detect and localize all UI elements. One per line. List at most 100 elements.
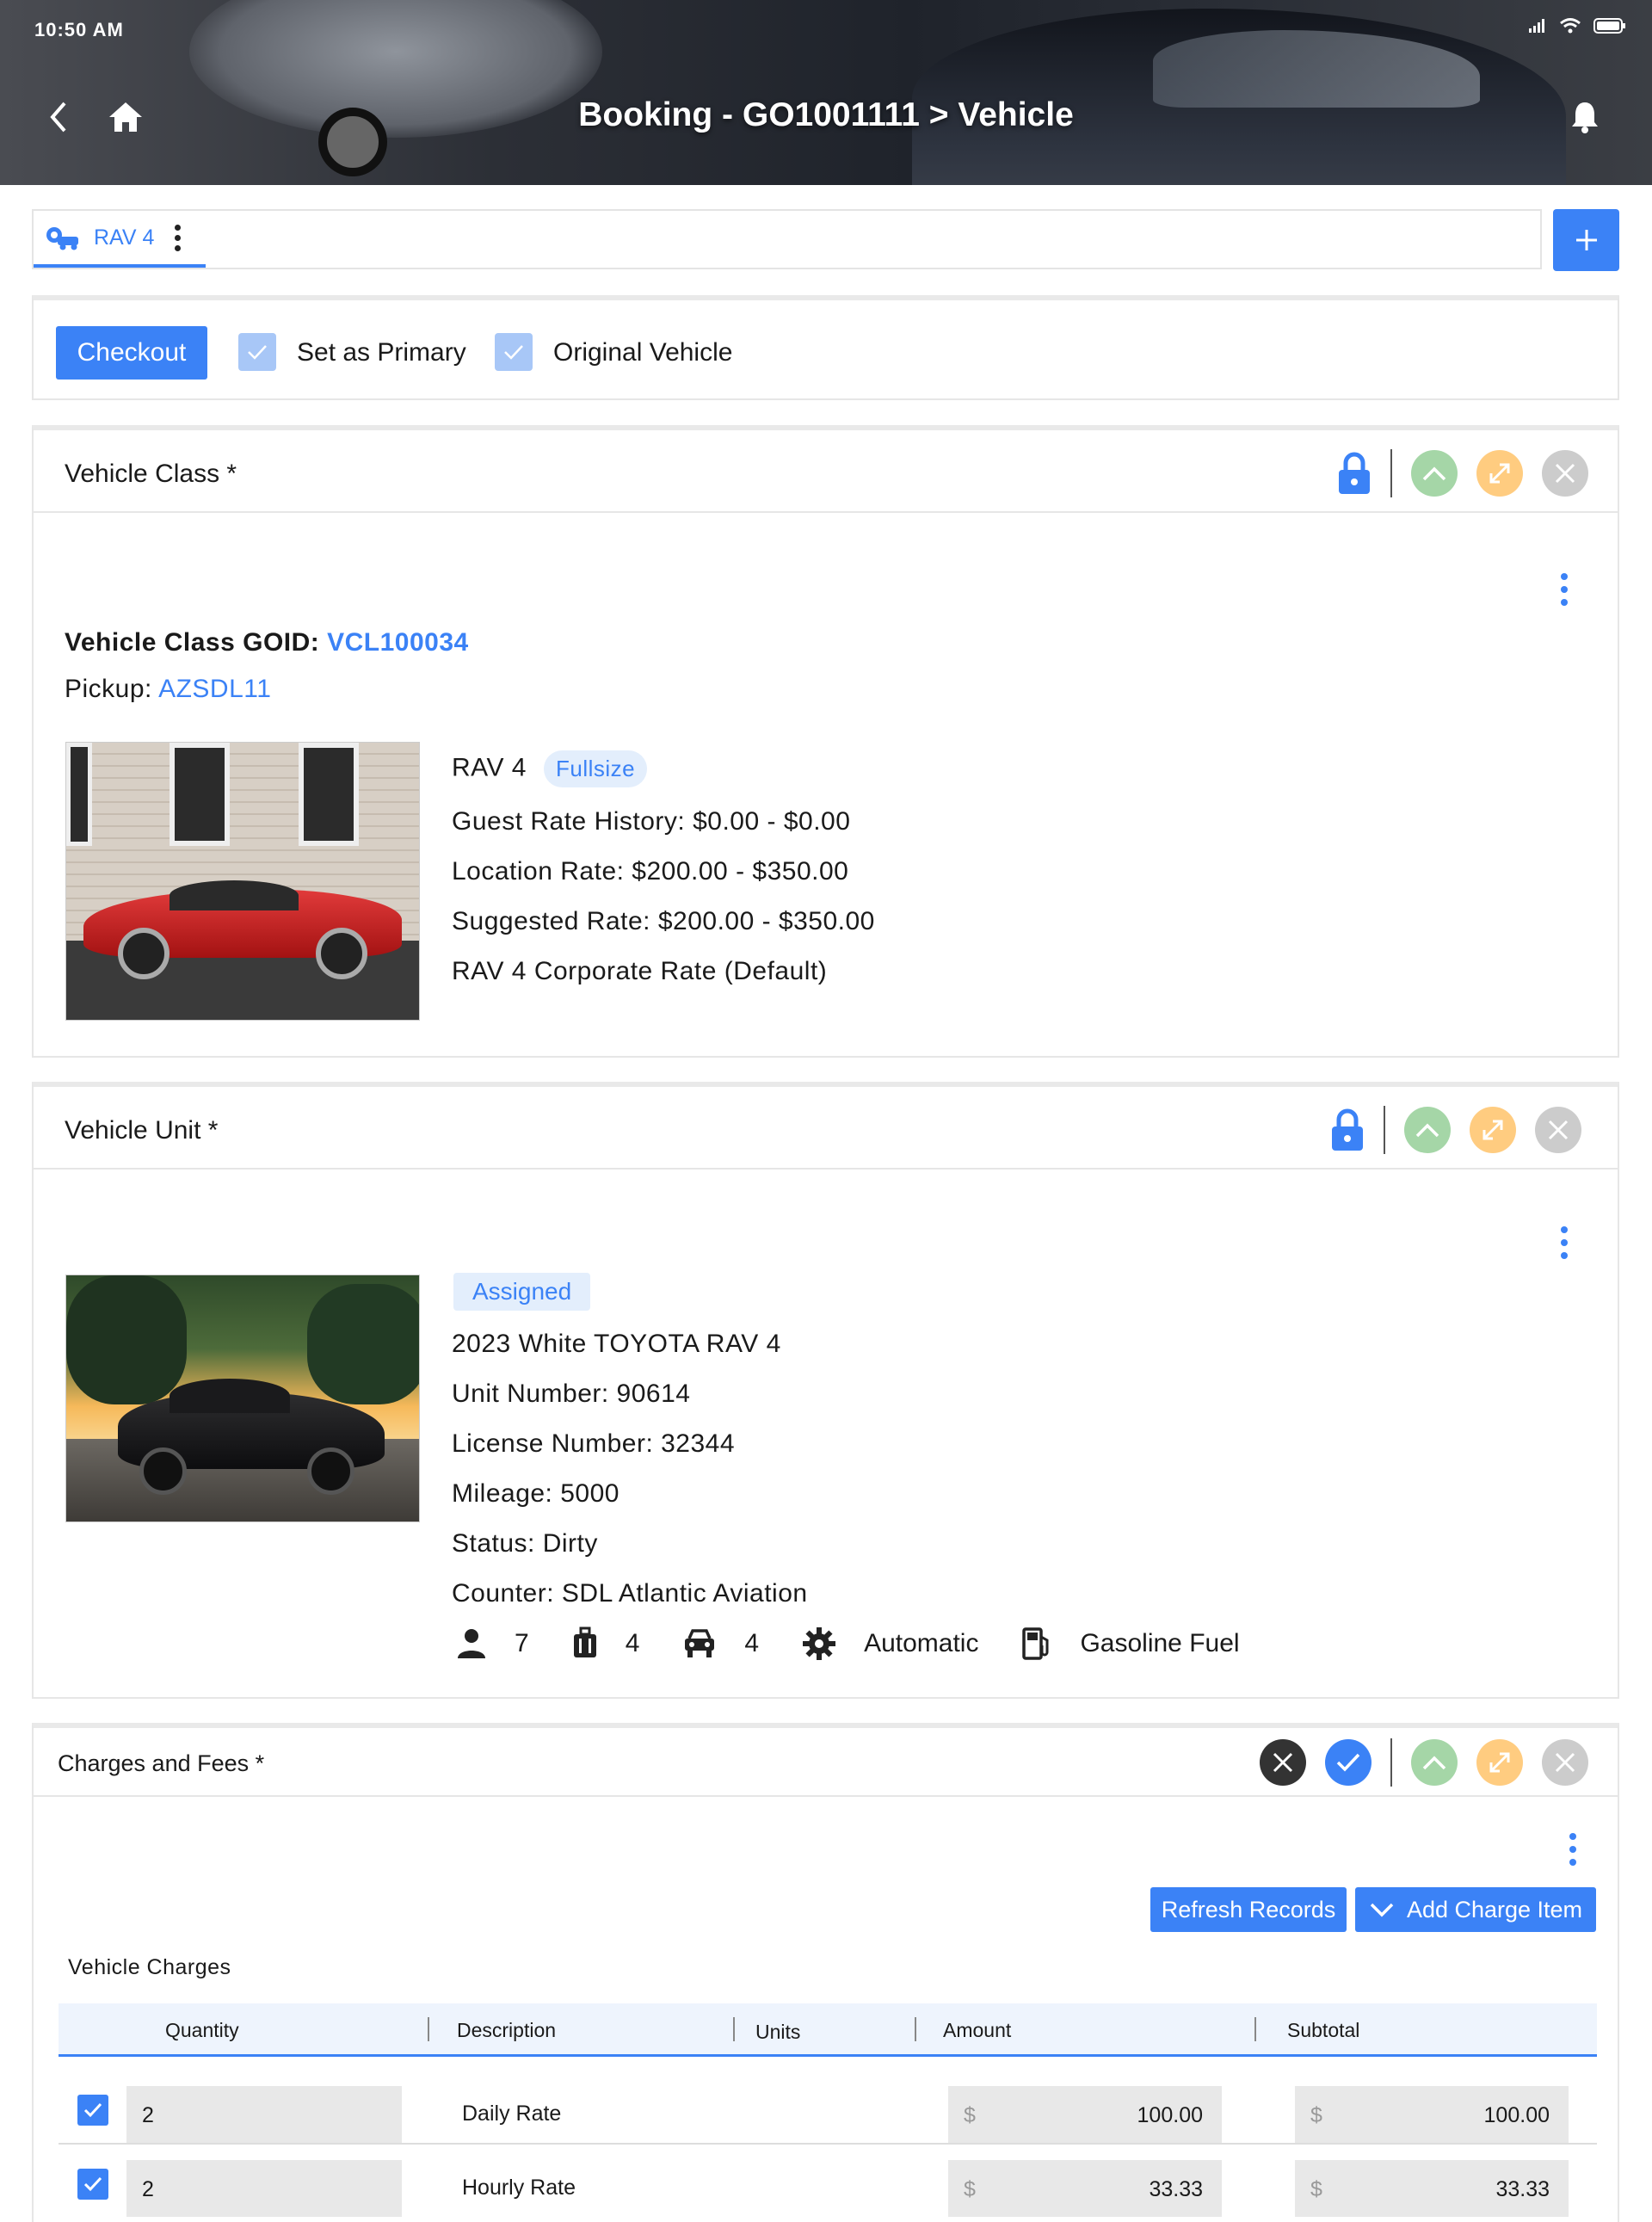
vehicle-tabs: RAV 4 bbox=[32, 209, 1542, 269]
expand-icon bbox=[1489, 463, 1510, 484]
add-charge-item-label: Add Charge Item bbox=[1406, 1896, 1583, 1923]
status-badge: Assigned bbox=[453, 1273, 591, 1311]
expand-icon bbox=[1482, 1120, 1503, 1140]
charges-menu-icon[interactable] bbox=[1569, 1833, 1576, 1866]
collapse-button[interactable] bbox=[1404, 1107, 1451, 1153]
wifi-icon bbox=[1560, 18, 1581, 34]
set-primary-checkbox[interactable] bbox=[238, 333, 276, 371]
vehicle-class-name-row: RAV 4 Fullsize bbox=[452, 750, 648, 787]
charges-table-header: Quantity Description Units Amount Subtot… bbox=[59, 2003, 1597, 2057]
close-icon bbox=[1273, 1752, 1293, 1773]
location-rate: Location Rate: $200.00 - $350.00 bbox=[452, 857, 849, 886]
vehicle-settings-icon bbox=[46, 227, 78, 250]
close-icon bbox=[1555, 463, 1575, 484]
page-title: Booking - GO1001111 > Vehicle bbox=[578, 96, 1074, 133]
pickup-link[interactable]: AZSDL11 bbox=[158, 675, 271, 703]
column-divider bbox=[428, 2017, 429, 2041]
car-door-icon bbox=[682, 1626, 717, 1661]
expand-button[interactable] bbox=[1476, 450, 1523, 497]
corporate-rate: RAV 4 Corporate Rate (Default) bbox=[452, 957, 828, 985]
mileage: Mileage: 5000 bbox=[452, 1479, 620, 1508]
license-number: License Number: 32344 bbox=[452, 1429, 736, 1458]
plus-icon bbox=[1575, 230, 1597, 250]
charges-header: Charges and Fees * bbox=[34, 1728, 1618, 1797]
actions-panel: Checkout Set as Primary Original Vehicle bbox=[32, 295, 1619, 400]
fuel-value: Gasoline Fuel bbox=[1080, 1629, 1240, 1657]
status-icons bbox=[1528, 17, 1626, 34]
original-vehicle-label: Original Vehicle bbox=[553, 338, 733, 367]
notifications-button[interactable] bbox=[1561, 93, 1609, 141]
divider bbox=[1390, 449, 1392, 497]
signal-icon bbox=[1529, 19, 1544, 33]
vehicle-unit-menu-icon[interactable] bbox=[1561, 1226, 1568, 1259]
quantity-input[interactable]: 2 bbox=[126, 2086, 402, 2143]
row-checkbox[interactable] bbox=[77, 2169, 108, 2200]
vehicle-unit-photo bbox=[65, 1275, 420, 1522]
row-checkbox[interactable] bbox=[77, 2095, 108, 2126]
currency-symbol: $ bbox=[964, 2177, 976, 2201]
chevron-up-icon bbox=[1415, 1123, 1439, 1138]
collapse-button[interactable] bbox=[1411, 1739, 1458, 1786]
passengers-value: 7 bbox=[515, 1629, 529, 1657]
tab-rav4[interactable]: RAV 4 bbox=[34, 211, 206, 268]
doors-value: 4 bbox=[744, 1629, 760, 1657]
divider bbox=[1390, 1738, 1392, 1787]
cancel-button[interactable] bbox=[1260, 1739, 1306, 1786]
quantity-input[interactable]: 2 bbox=[126, 2160, 402, 2217]
suggested-rate: Suggested Rate: $200.00 - $350.00 bbox=[452, 907, 875, 935]
add-vehicle-button[interactable] bbox=[1553, 209, 1619, 271]
lock-icon[interactable] bbox=[1330, 1108, 1365, 1152]
currency-symbol: $ bbox=[1310, 2177, 1322, 2201]
chevron-up-icon bbox=[1422, 466, 1446, 481]
vehicle-class-goid: Vehicle Class GOID: VCL100034 bbox=[65, 628, 469, 657]
amount-value: 33.33 bbox=[1149, 2177, 1203, 2201]
collapse-button[interactable] bbox=[1411, 450, 1458, 497]
vehicle-class-pickup: Pickup: AZSDL11 bbox=[65, 675, 271, 704]
checkout-button[interactable]: Checkout bbox=[56, 326, 207, 380]
tab-menu-icon[interactable] bbox=[175, 224, 182, 251]
vehicle-class-menu-icon[interactable] bbox=[1561, 573, 1568, 606]
lock-icon[interactable] bbox=[1337, 451, 1372, 496]
column-description: Description bbox=[457, 2019, 557, 2041]
vehicle-unit-title: Vehicle Unit * bbox=[65, 1116, 219, 1145]
close-button[interactable] bbox=[1542, 450, 1588, 497]
close-button[interactable] bbox=[1542, 1739, 1588, 1786]
column-divider bbox=[733, 2017, 735, 2041]
table-row: 2 Daily Rate $ 100.00 $ 100.00 bbox=[59, 2072, 1597, 2145]
column-amount: Amount bbox=[943, 2019, 1012, 2041]
add-charge-item-button[interactable]: Add Charge Item bbox=[1355, 1887, 1596, 1932]
subtotal-value: 100.00 bbox=[1483, 2103, 1550, 2127]
check-icon bbox=[83, 2176, 102, 2192]
charges-actions bbox=[1241, 1738, 1588, 1787]
close-button[interactable] bbox=[1535, 1107, 1581, 1153]
expand-button[interactable] bbox=[1476, 1739, 1523, 1786]
confirm-button[interactable] bbox=[1325, 1739, 1372, 1786]
vehicle-unit-panel: Vehicle Unit * Assigned 2023 White TOYOT… bbox=[32, 1082, 1619, 1699]
goid-link[interactable]: VCL100034 bbox=[327, 628, 469, 657]
amount-input[interactable]: $ 33.33 bbox=[948, 2160, 1222, 2217]
vehicle-class-header: Vehicle Class * bbox=[34, 430, 1618, 513]
divider bbox=[1384, 1106, 1385, 1154]
table-row: 2 Hourly Rate $ 33.33 $ 33.33 bbox=[59, 2146, 1597, 2219]
app-header: 10:50 AM Booking - GO1001111 > Vehicle bbox=[0, 0, 1652, 185]
check-icon bbox=[83, 2102, 102, 2118]
amount-value: 100.00 bbox=[1137, 2103, 1203, 2127]
subtotal-value: 33.33 bbox=[1495, 2177, 1550, 2201]
charges-title: Charges and Fees * bbox=[58, 1750, 265, 1776]
goid-label: Vehicle Class GOID: bbox=[65, 628, 328, 657]
column-subtotal: Subtotal bbox=[1287, 2019, 1360, 2041]
close-icon bbox=[1548, 1120, 1569, 1140]
guest-rate: Guest Rate History: $0.00 - $0.00 bbox=[452, 807, 851, 836]
vehicle-class-photo bbox=[65, 742, 420, 1021]
tab-label: RAV 4 bbox=[94, 225, 155, 250]
original-vehicle-checkbox[interactable] bbox=[495, 333, 533, 371]
refresh-records-button[interactable]: Refresh Records bbox=[1150, 1887, 1347, 1932]
unit-status: Status: Dirty bbox=[452, 1529, 598, 1558]
row-description: Daily Rate bbox=[462, 2102, 562, 2126]
column-divider bbox=[1254, 2017, 1256, 2041]
subtotal-field: $ 100.00 bbox=[1295, 2086, 1569, 2143]
amount-input[interactable]: $ 100.00 bbox=[948, 2086, 1222, 2143]
size-badge: Fullsize bbox=[543, 750, 648, 787]
person-icon bbox=[456, 1627, 487, 1660]
expand-button[interactable] bbox=[1470, 1107, 1516, 1153]
